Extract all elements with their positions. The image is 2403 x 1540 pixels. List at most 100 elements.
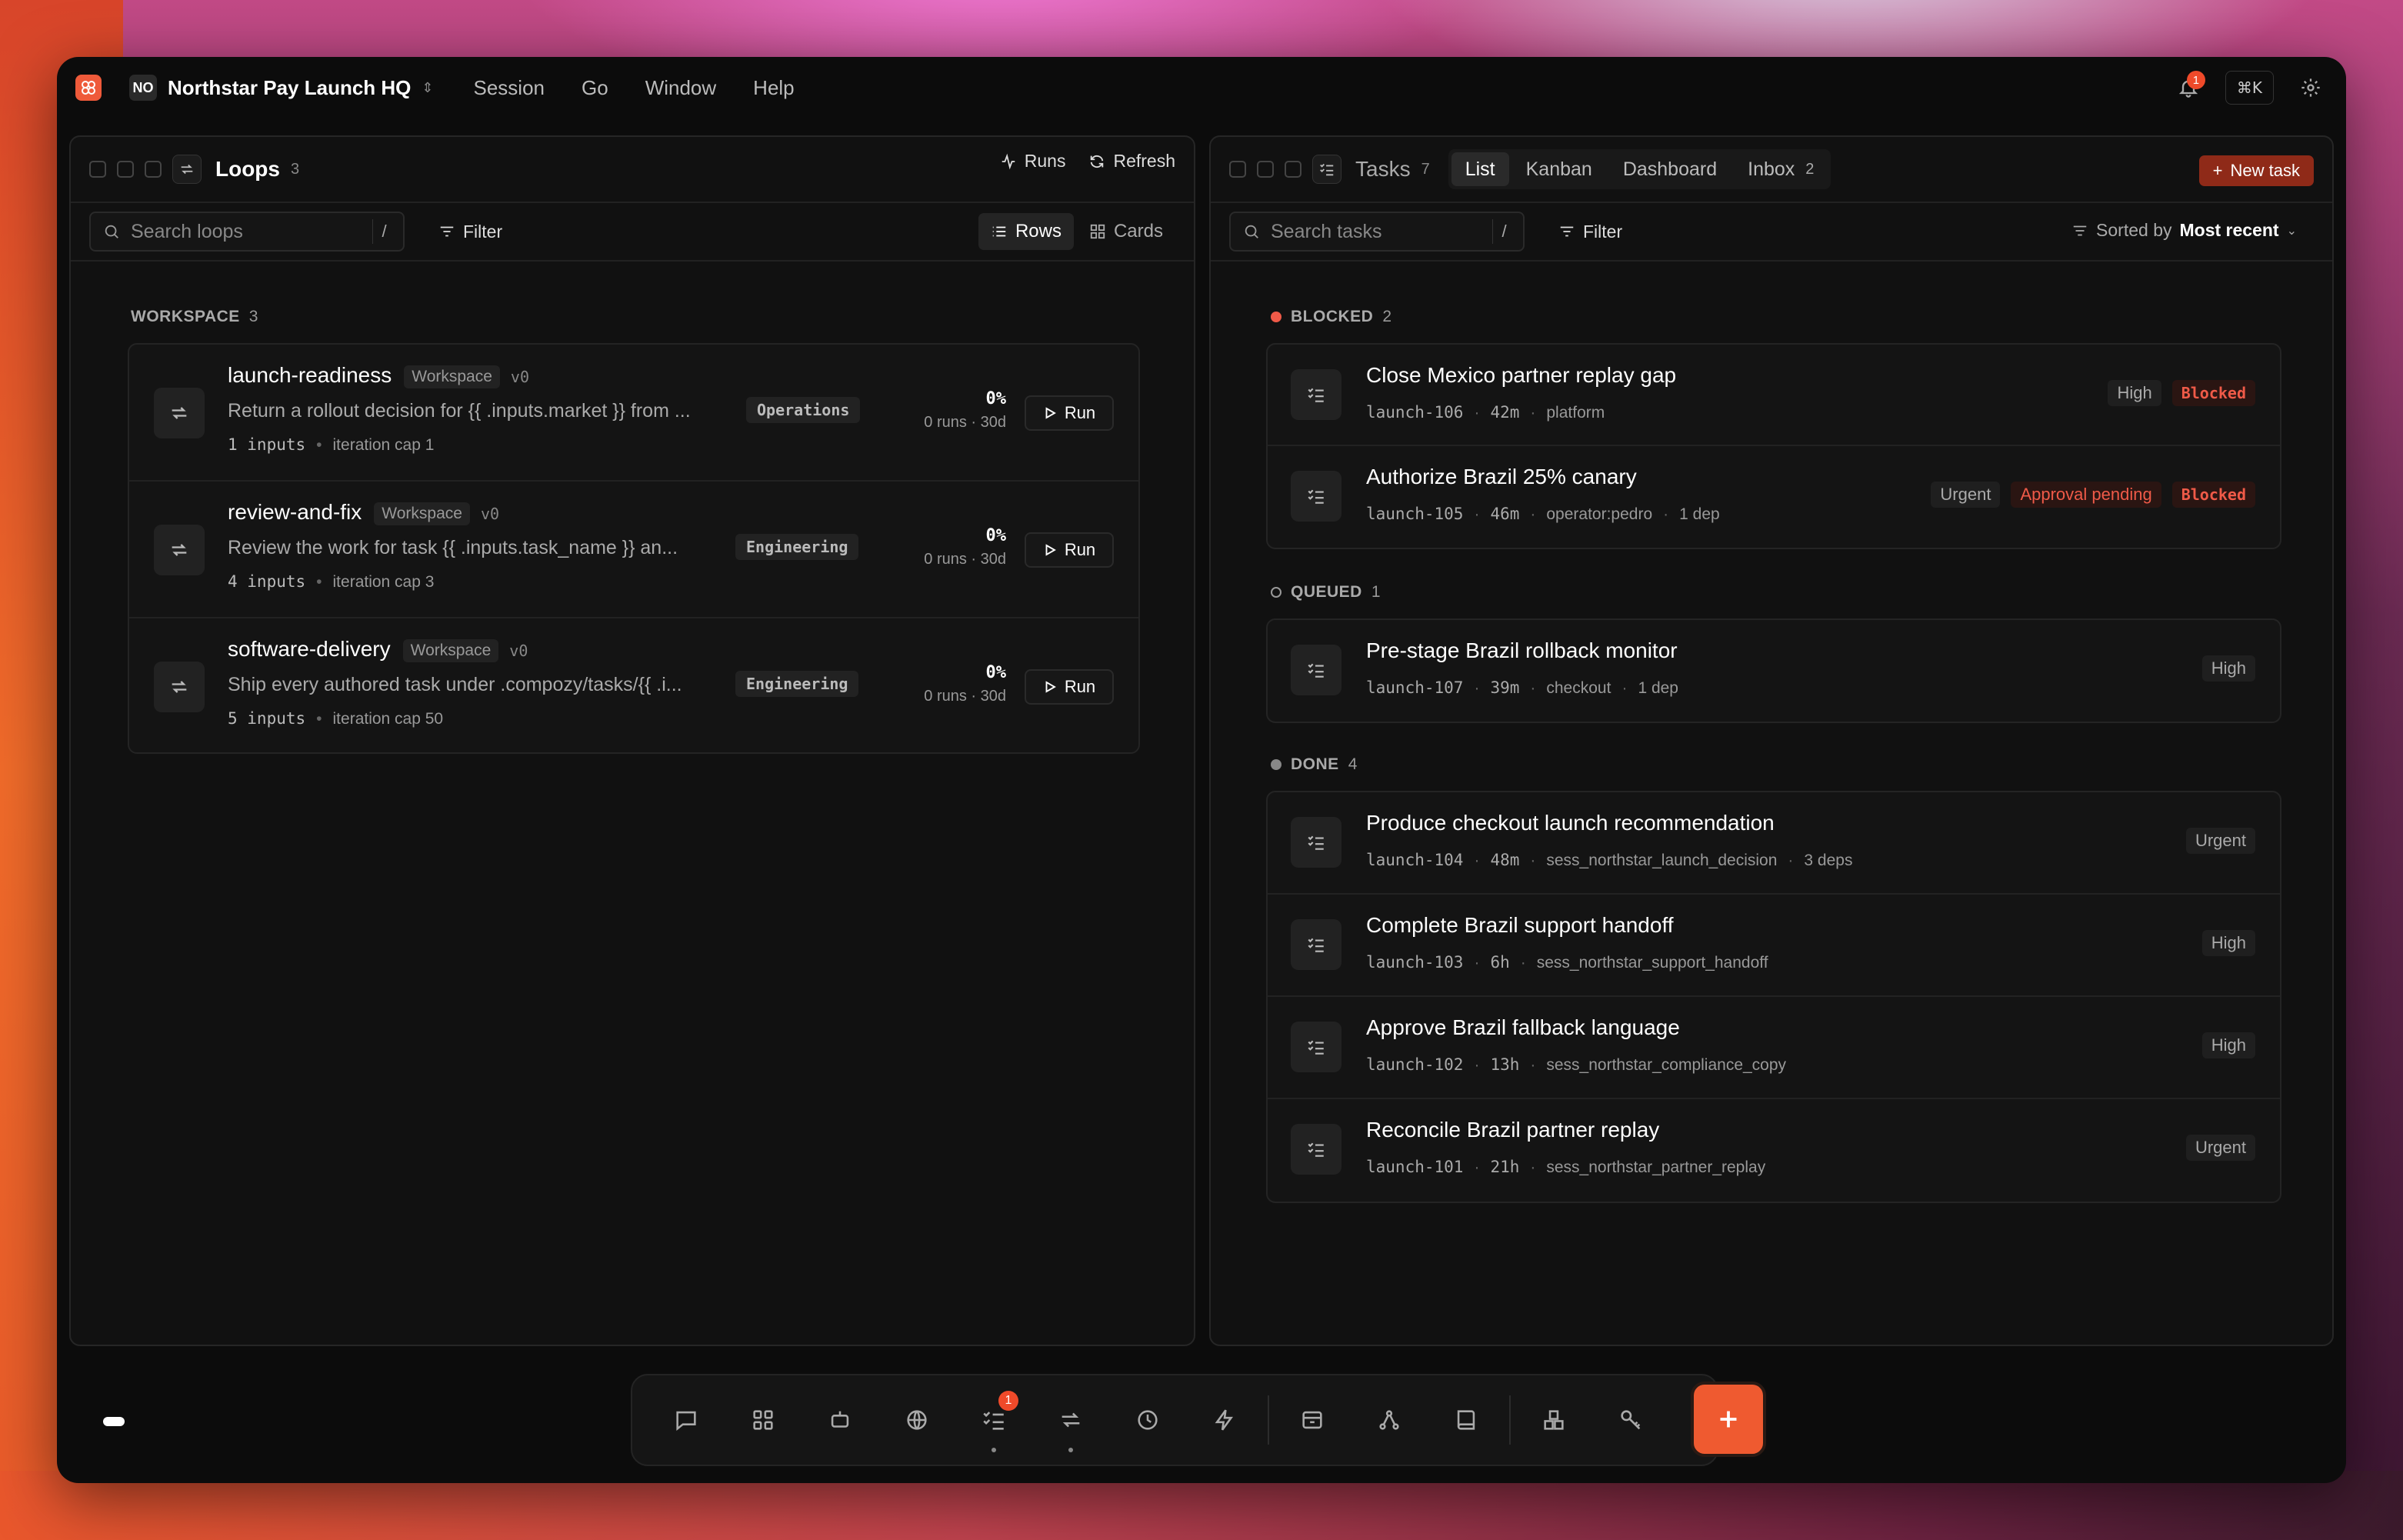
task-title[interactable]: Authorize Brazil 25% canary [1366,465,1637,489]
key-icon[interactable] [1592,1382,1669,1458]
task-title[interactable]: Approve Brazil fallback language [1366,1015,1680,1040]
grid-icon[interactable] [725,1382,802,1458]
clock-icon[interactable] [1109,1382,1186,1458]
chevron-down-icon: ⌄ [2286,224,2297,238]
workspace-switcher-chevron-icon[interactable]: ⇕ [422,80,433,96]
panel-minimize-control[interactable] [117,161,134,178]
loop-meta: 5 inputs • iteration cap 50 [228,709,444,728]
task-row[interactable]: Pre-stage Brazil rollback monitor launch… [1268,620,2280,722]
run-label: Run [1064,677,1096,696]
list-icon [992,226,1006,237]
graph-icon[interactable] [1351,1382,1428,1458]
loop-row[interactable]: software-delivery Workspace v0 Ship every … [129,618,1138,752]
task-title[interactable]: Produce checkout launch recommendation [1366,811,1775,835]
task-owner: sess_northstar_partner_replay [1546,1158,1766,1176]
command-palette-button[interactable]: ⌘K [2225,71,2274,105]
version-label: v0 [510,367,529,386]
panel-minimize-control[interactable] [1257,161,1274,178]
task-title[interactable]: Pre-stage Brazil rollback monitor [1366,638,1678,663]
workspace-avatar[interactable]: NO [129,75,157,101]
loop-row[interactable]: review-and-fix Workspace v0 Review the wor… [129,482,1138,618]
menu-session[interactable]: Session [474,76,545,100]
loop-row[interactable]: launch-readiness Workspace v0 Return a rol… [129,345,1138,482]
task-meta: launch-104 · 48m · sess_northstar_launch_dec… [1366,851,1853,869]
sort-dropdown[interactable]: Sorted by Most recent ⌄ [2071,220,2297,241]
tasks-icon [1312,155,1341,184]
success-rate: 0% [985,389,1007,408]
chat-icon[interactable] [648,1382,725,1458]
task-checklist-icon [1291,817,1341,868]
view-cards-button[interactable]: Cards [1077,213,1175,250]
book-icon[interactable] [1428,1382,1505,1458]
loop-icon [154,525,205,575]
menu-window[interactable]: Window [645,76,716,100]
task-age: 13h [1490,1055,1520,1074]
workspace-name[interactable]: Northstar Pay Launch HQ [168,76,411,100]
refresh-button[interactable]: Refresh [1088,151,1175,172]
tab-dashboard[interactable]: Dashboard [1609,152,1731,186]
task-title[interactable]: Complete Brazil support handoff [1366,913,1674,938]
sort-prefix: Sorted by [2096,220,2172,240]
priority-badge: High [2108,380,2161,406]
inbox-count: 2 [1805,160,1815,178]
task-age: 21h [1490,1158,1520,1176]
globe-icon[interactable] [878,1382,955,1458]
menu-go[interactable]: Go [582,76,608,100]
tab-kanban[interactable]: Kanban [1512,152,1606,186]
group-label: BLOCKED [1291,308,1374,325]
new-task-button[interactable]: + New task [2198,155,2314,186]
tasks-filter-button[interactable]: Filter [1558,222,1622,242]
run-loop-button[interactable]: Run [1025,532,1114,568]
notifications-count-badge: 1 [2186,71,2205,89]
bolt-icon[interactable] [1186,1382,1263,1458]
search-shortcut-key: / [372,219,395,244]
tasks-search-input[interactable]: Search tasks / [1229,212,1525,252]
panel-maximize-control[interactable] [145,161,162,178]
runs-button[interactable]: Runs [1000,151,1065,172]
loop-title[interactable]: review-and-fix Workspace v0 [228,500,499,525]
create-new-plus-button[interactable] [1691,1382,1766,1457]
view-rows-button[interactable]: Rows [978,213,1074,250]
tasks-filter-bar: Search tasks / Filter Sorted by Most rec… [1211,203,2332,262]
panel-close-control[interactable] [89,161,106,178]
task-row[interactable]: Complete Brazil support handoff launch-1… [1268,895,2280,997]
notifications-bell-icon[interactable]: 1 [2171,71,2205,105]
archive-icon[interactable] [1274,1382,1351,1458]
iteration-cap: iteration cap 3 [332,573,435,591]
task-row[interactable]: Reconcile Brazil partner replay launch-1… [1268,1099,2280,1202]
menu-help[interactable]: Help [753,76,794,100]
task-id: launch-105 [1366,505,1464,523]
grid-icon [1090,224,1105,239]
sort-value: Most recent [2179,220,2279,240]
loops-search-input[interactable]: Search loops / [89,212,405,252]
status-badge: Blocked [2171,380,2255,406]
loop-icon [154,388,205,438]
tasks-icon[interactable]: 1 [955,1382,1032,1458]
task-row[interactable]: Produce checkout launch recommendation l… [1268,792,2280,895]
blocks-icon[interactable] [1515,1382,1592,1458]
task-title[interactable]: Close Mexico partner replay gap [1366,363,1676,388]
panel-close-control[interactable] [1229,161,1246,178]
loops-filter-button[interactable]: Filter [438,222,502,242]
run-loop-button[interactable]: Run [1025,395,1114,431]
task-row[interactable]: Close Mexico partner replay gap launch-1… [1268,345,2280,446]
dock-divider [1268,1395,1269,1445]
task-checklist-icon [1291,471,1341,522]
app-logo-icon[interactable] [75,75,102,101]
settings-gear-icon[interactable] [2294,71,2328,105]
tasks-view-tabs: List Kanban Dashboard Inbox 2 [1448,149,1831,189]
loops-view-toggle: Rows Cards [978,211,1175,252]
loop-description: Return a rollout decision for {{ .inputs… [228,400,691,422]
task-row[interactable]: Approve Brazil fallback language launch-… [1268,997,2280,1099]
panel-maximize-control[interactable] [1285,161,1301,178]
task-title[interactable]: Reconcile Brazil partner replay [1366,1118,1659,1142]
tab-inbox[interactable]: Inbox 2 [1734,152,1828,186]
loop-icon[interactable] [1032,1382,1109,1458]
loop-title[interactable]: software-delivery Workspace v0 [228,637,528,662]
task-row[interactable]: Authorize Brazil 25% canary launch-105 · 4… [1268,446,2280,548]
loop-title[interactable]: launch-readiness Workspace v0 [228,363,529,388]
tab-list[interactable]: List [1451,152,1509,186]
loops-panel: Loops 3 Runs Refresh Search loops / Filt… [69,135,1195,1346]
bot-icon[interactable] [802,1382,878,1458]
run-loop-button[interactable]: Run [1025,669,1114,705]
